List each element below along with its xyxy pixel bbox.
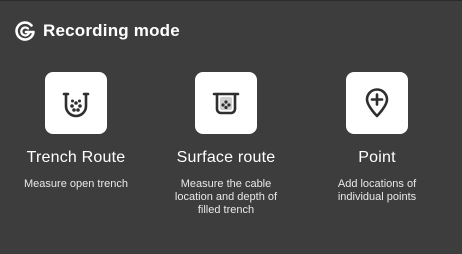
option-trench-route[interactable]: Trench Route Measure open trench: [11, 72, 141, 191]
mode-options: Trench Route Measure open trench Surface…: [0, 72, 462, 252]
tile-surface-route[interactable]: [195, 72, 257, 134]
option-label: Surface route: [176, 149, 276, 166]
option-surface-route[interactable]: Surface route Measure the cable location…: [161, 72, 291, 217]
tile-trench-route[interactable]: [45, 72, 107, 134]
option-description: Measure open trench: [24, 178, 128, 190]
option-label: Point: [358, 149, 396, 166]
option-label: Trench Route: [26, 149, 126, 166]
recording-mode-panel: Recording mode Trench Route Measure open…: [0, 0, 462, 254]
page-title: Recording mode: [43, 21, 180, 40]
header: Recording mode: [13, 19, 180, 43]
option-point[interactable]: Point Add locations of individual points: [312, 72, 442, 204]
option-description: Add locations of individual points: [337, 178, 417, 203]
tile-point[interactable]: [346, 72, 408, 134]
filled-trench-icon: [212, 92, 240, 115]
brand-logo-icon: [13, 19, 37, 43]
option-description: Measure the cable location and depth of …: [174, 178, 278, 216]
trench-cables-icon: [62, 92, 90, 118]
map-pin-plus-icon: [365, 88, 389, 118]
